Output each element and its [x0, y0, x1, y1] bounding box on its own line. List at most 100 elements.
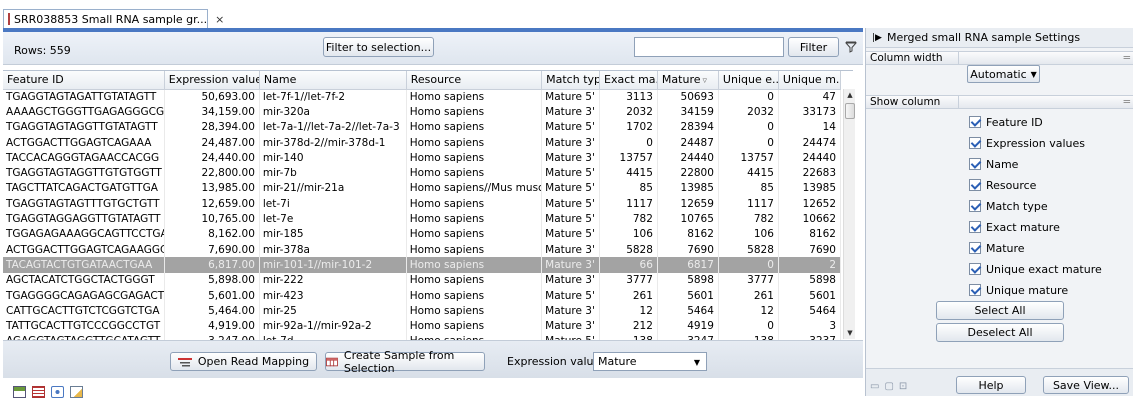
- select-all-button[interactable]: Select All: [936, 301, 1064, 320]
- table-cell: 1117: [718, 196, 779, 212]
- funnel-icon[interactable]: [845, 41, 857, 53]
- table-view-icon[interactable]: [32, 386, 45, 398]
- vertical-scrollbar[interactable]: ▲ ▼: [843, 89, 855, 339]
- table-cell: Mature 5': [541, 196, 601, 212]
- table-row[interactable]: TGAGGGGCAGAGAGCGAGACTTT 5,601.00 mir-423 Ho…: [3, 287, 842, 304]
- checkbox-icon[interactable]: [969, 137, 981, 149]
- column-header[interactable]: Unique e...: [718, 71, 779, 90]
- table-row[interactable]: TACAGTACTGTGATAACTGAA 6,817.00 mir-101-1//…: [3, 257, 842, 273]
- detach-icon[interactable]: ⊡: [899, 381, 907, 392]
- column-header[interactable]: Resource: [406, 71, 543, 90]
- close-icon[interactable]: ×: [215, 13, 224, 26]
- create-sample-button[interactable]: Create Sample from Selection: [325, 349, 485, 375]
- scroll-thumb[interactable]: [845, 103, 855, 119]
- collapse-icon[interactable]: ═: [1124, 52, 1130, 64]
- table-row[interactable]: TGAGGTAGTAGATTGTATAGTT 50,693.00 let-7f-1/…: [3, 89, 842, 105]
- table-cell: 2: [778, 257, 842, 273]
- info-icon[interactable]: [70, 386, 83, 398]
- table-cell: Mature 5': [541, 211, 601, 227]
- checkbox-label: Match type: [986, 199, 1048, 213]
- restore-icon[interactable]: ▢: [884, 381, 893, 392]
- table-cell: TGGAGAGAAAGGCAGTTCCTGA: [3, 226, 165, 242]
- table-cell: 7690: [657, 241, 719, 258]
- column-header[interactable]: Expression values: [164, 71, 260, 90]
- column-header[interactable]: Unique m...: [778, 71, 842, 90]
- scroll-up-icon[interactable]: ▲: [844, 89, 856, 101]
- filter-button[interactable]: Filter: [788, 37, 839, 57]
- collapse-arrow-icon[interactable]: |▶: [872, 33, 882, 43]
- show-column-checkbox[interactable]: Unique exact mature: [969, 261, 1102, 277]
- show-column-checkbox[interactable]: Resource: [969, 177, 1036, 193]
- help-button[interactable]: Help: [956, 376, 1026, 394]
- checkbox-icon[interactable]: [969, 200, 981, 212]
- table-cell: Homo sapiens: [406, 165, 543, 181]
- table-cell: mir-140: [259, 150, 407, 166]
- history-icon[interactable]: [51, 386, 64, 398]
- table-cell: 261: [718, 287, 779, 304]
- table-cell: 261: [599, 287, 658, 304]
- checkbox-icon[interactable]: [969, 284, 981, 296]
- table-row[interactable]: AGCTACATCTGGCTACTGGGT 5,898.00 mir-222 Homo…: [3, 272, 842, 288]
- settings-header[interactable]: |▶ Merged small RNA sample Settings: [866, 28, 1133, 48]
- open-read-mapping-button[interactable]: Open Read Mapping: [170, 352, 317, 371]
- table-cell: 28394: [657, 119, 719, 135]
- column-header[interactable]: Feature ID: [3, 71, 165, 90]
- table-row[interactable]: TATTGCACTTGTCCCGGCCTGT 4,919.00 mir-92a-1/…: [3, 318, 842, 334]
- filter-input[interactable]: [634, 37, 784, 57]
- column-width-select[interactable]: Automatic ▼: [967, 65, 1040, 83]
- filter-to-selection-button[interactable]: Filter to selection...: [323, 37, 434, 57]
- deselect-all-button[interactable]: Deselect All: [936, 323, 1064, 342]
- table-cell: Homo sapiens: [406, 134, 543, 151]
- table-cell: mir-25: [259, 303, 407, 319]
- table-cell: 24,487.00: [164, 134, 260, 151]
- show-column-checkbox[interactable]: Feature ID: [969, 114, 1043, 130]
- show-column-checkbox[interactable]: Expression values: [969, 135, 1085, 151]
- column-header[interactable]: Name: [259, 71, 407, 90]
- column-header-label: Mature: [661, 73, 701, 87]
- table-cell: TATTGCACTTGTCCCGGCCTGT: [3, 318, 165, 334]
- table-row[interactable]: TAGCTTATCAGACTGATGTTGA 13,985.00 mir-21//m…: [3, 180, 842, 197]
- table-cell: Homo sapiens: [406, 318, 543, 334]
- table-cell: Homo sapiens: [406, 104, 543, 120]
- graph-view-icon[interactable]: [13, 386, 26, 398]
- column-header-label: Unique m...: [782, 73, 841, 87]
- table-row[interactable]: CATTGCACTTGTCTCGGTCTGA 5,464.00 mir-25 Homo…: [3, 303, 842, 319]
- column-width-section[interactable]: Column width ═: [866, 51, 1133, 65]
- show-column-checkbox[interactable]: Mature: [969, 240, 1025, 256]
- column-header[interactable]: Match type: [541, 71, 601, 90]
- table-cell: Mature 3': [541, 272, 601, 288]
- table-row[interactable]: ACTGGACTTGGAGTCAGAAGGC 7,690.00 mir-378a Ho…: [3, 241, 842, 258]
- table-row[interactable]: TACCACAGGGTAGAACCACGG 24,440.00 mir-140 Hom…: [3, 150, 842, 166]
- show-column-section[interactable]: Show column ═: [866, 95, 1133, 109]
- table-row[interactable]: TGAGGTAGTAGGTTGTGTGGTT 22,800.00 mir-7b Hom…: [3, 165, 842, 181]
- scroll-down-icon[interactable]: ▼: [844, 327, 856, 339]
- checkbox-icon[interactable]: [969, 242, 981, 254]
- table-row[interactable]: TGAGGTAGTAGTTTGTGCTGTT 12,659.00 let-7i Hom…: [3, 196, 842, 212]
- minimize-icon[interactable]: ▭: [870, 381, 879, 392]
- show-column-checkbox[interactable]: Match type: [969, 198, 1048, 214]
- table-cell: Mature 5': [541, 287, 601, 304]
- checkbox-icon[interactable]: [969, 116, 981, 128]
- table-row[interactable]: TGAGGTAGTAGGTTGTATAGTT 28,394.00 let-7a-1/…: [3, 119, 842, 135]
- checkbox-icon[interactable]: [969, 221, 981, 233]
- tab-srr038853[interactable]: SRR038853 Small RNA sample gr... ×: [3, 9, 224, 28]
- table-cell: Homo sapiens: [406, 119, 543, 135]
- checkbox-icon[interactable]: [969, 263, 981, 275]
- checkbox-icon[interactable]: [969, 158, 981, 170]
- table-row[interactable]: TGGAGAGAAAGGCAGTTCCTGA 8,162.00 mir-185 Hom…: [3, 226, 842, 242]
- collapse-icon[interactable]: ═: [1124, 96, 1130, 108]
- table-cell: 13757: [599, 150, 658, 166]
- show-column-checkbox[interactable]: Exact mature: [969, 219, 1060, 235]
- checkbox-icon[interactable]: [969, 179, 981, 191]
- column-header[interactable]: Exact ma...: [599, 71, 658, 90]
- show-column-checkbox[interactable]: Name: [969, 156, 1018, 172]
- table-cell: 0: [718, 257, 779, 273]
- table-row[interactable]: TGAGGTAGGAGGTTGTATAGTT 10,765.00 let-7e Hom…: [3, 211, 842, 227]
- table-cell: let-7a-1//let-7a-2//let-7a-3: [259, 119, 407, 135]
- column-header[interactable]: Mature ▿: [657, 71, 719, 90]
- expression-value-select[interactable]: Mature ▼: [593, 352, 707, 371]
- table-row[interactable]: AAAAGCTGGGTTGAGAGGGCGA 34,159.00 mir-320a H…: [3, 104, 842, 120]
- table-row[interactable]: ACTGGACTTGGAGTCAGAAA 24,487.00 mir-378d-2/…: [3, 134, 842, 151]
- show-column-checkbox[interactable]: Unique mature: [969, 282, 1068, 298]
- save-view-button[interactable]: Save View...: [1043, 376, 1129, 394]
